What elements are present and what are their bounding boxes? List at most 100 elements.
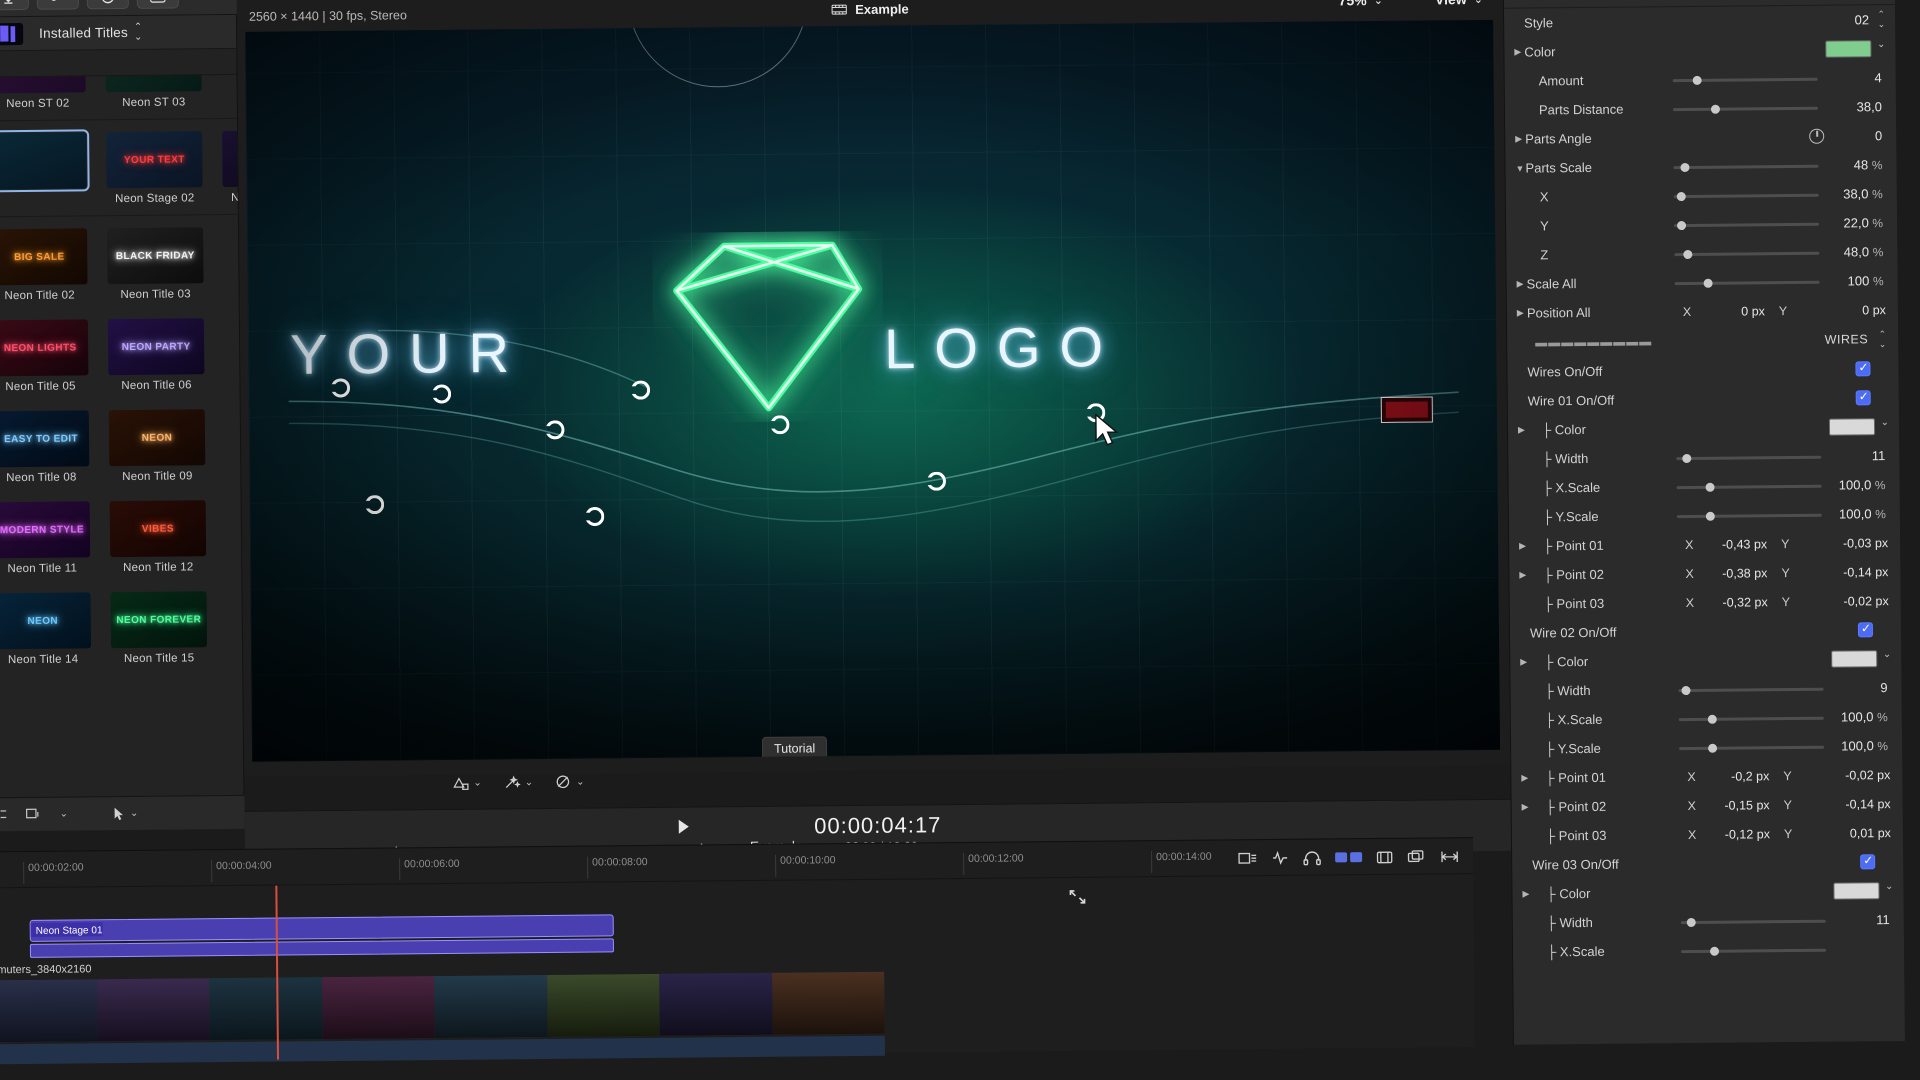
inspector-value[interactable]: 22,0 %	[1843, 215, 1883, 230]
slider-knob[interactable]	[1703, 278, 1713, 288]
checkbox[interactable]	[1855, 390, 1871, 406]
inspector-value[interactable]: 100,0 %	[1841, 709, 1888, 724]
inspector-value[interactable]: 11	[1876, 912, 1890, 927]
inspector-row-wire-02-point-01[interactable]: ▶ ├ Point 01 X -0,2 px Y -0,02 px	[1511, 760, 1902, 793]
stepper-icon[interactable]: ⌃ ⌄	[1879, 329, 1887, 349]
inspector-row-style[interactable]: Style 02 ⌃ ⌄	[1504, 5, 1895, 38]
inspector-value[interactable]: 0	[1875, 128, 1882, 143]
viewer-view-menu[interactable]: View ⌄	[1435, 0, 1483, 7]
y-value[interactable]: 0 px	[1862, 303, 1886, 317]
slider-knob[interactable]	[1705, 482, 1715, 492]
list-item[interactable]: BLACK FRIDAY Neon Title 03	[107, 227, 204, 301]
duplicate-icon[interactable]	[1407, 849, 1426, 864]
title-thumbnail[interactable]	[105, 74, 202, 93]
title-thumbnail[interactable]: Neon	[108, 409, 206, 467]
chevron-right-icon[interactable]: ▶	[1522, 889, 1532, 900]
color-swatch[interactable]	[1828, 418, 1876, 436]
chevron-down-icon[interactable]: ⌄	[1877, 39, 1885, 50]
mask-tool-button[interactable]: ⌄	[555, 774, 585, 790]
x-value[interactable]: -0,15 px	[1708, 798, 1769, 813]
inspector-row-parts-scale-x[interactable]: X 38,0 %	[1506, 179, 1897, 212]
skimmer-icon[interactable]	[1440, 849, 1459, 864]
title-thumbnail[interactable]	[0, 129, 90, 193]
inspector-row-parts-angle[interactable]: ▶ Parts Angle 0	[1505, 121, 1896, 154]
list-item[interactable]: BIG SALE Neon Title 02	[0, 228, 88, 302]
chevron-down-icon[interactable]: ⌄	[1881, 417, 1889, 428]
inspector-value[interactable]: 38,0	[1857, 99, 1882, 114]
y-value[interactable]: -0,14 px	[1845, 797, 1890, 811]
slider-track[interactable]	[1679, 743, 1825, 753]
timeline-title-clip-audio[interactable]	[29, 938, 614, 958]
title-thumbnail[interactable]: MODERN Style	[0, 501, 91, 559]
chevron-down-icon[interactable]: ▼	[1515, 163, 1525, 173]
inspector-row-wire-01-point-03[interactable]: ├ Point 03 X -0,32 px Y -0,02 px	[1510, 586, 1901, 619]
inspector-row-wire-02-point-03[interactable]: ├ Point 03 X -0,12 px Y 0,01 px	[1512, 818, 1903, 851]
x-value[interactable]: -0,43 px	[1705, 537, 1767, 552]
index-icon[interactable]	[1335, 852, 1363, 863]
slider-track[interactable]	[1678, 714, 1824, 724]
slider-knob[interactable]	[1709, 946, 1720, 956]
list-item[interactable]: Neon Neon Title 09	[108, 409, 206, 483]
inspector-row-wire-03-on-off[interactable]: Wire 03 On/Off	[1512, 847, 1903, 880]
chevron-right-icon[interactable]: ▶	[1518, 425, 1528, 436]
list-item[interactable]: VIBES Neon Title 12	[109, 500, 207, 574]
inspector-row-wires-on-off[interactable]: Wires On/Off	[1507, 354, 1898, 387]
captions-button[interactable]	[136, 0, 179, 9]
inspector-row-wire-02-xscale[interactable]: ├ X.Scale 100,0 %	[1511, 702, 1902, 735]
inspector-row-wire-02-point-02[interactable]: ▶ ├ Point 02 X -0,15 px Y -0,14 px	[1511, 789, 1902, 822]
keywords-button[interactable]	[36, 0, 79, 10]
inspector-row-wire-03-xscale[interactable]: ├ X.Scale	[1513, 934, 1904, 967]
inspector-row-wire-01-width[interactable]: ├ Width 11	[1508, 441, 1899, 474]
title-thumbnail[interactable]: NEON FOREVER	[110, 591, 208, 649]
chevron-right-icon[interactable]: ▶	[1522, 802, 1532, 813]
list-view-icon[interactable]	[0, 808, 8, 821]
filmstrip-view-icon[interactable]	[26, 808, 42, 821]
color-swatch[interactable]	[1831, 650, 1878, 668]
inspector-row-position-all[interactable]: ▶ Position All X 0 px Y 0 px	[1507, 295, 1898, 328]
view-chevron-icon[interactable]: ⌄	[60, 809, 68, 820]
inspector-row-wire-03-width[interactable]: ├ Width 11	[1513, 905, 1904, 938]
title-thumbnail[interactable]: YOUR TEXT	[106, 131, 203, 189]
browser-search-row[interactable]	[0, 48, 237, 78]
tutorial-badge[interactable]: Tutorial	[761, 736, 828, 761]
slider-track[interactable]	[1676, 511, 1822, 521]
x-value[interactable]: 0 px	[1703, 304, 1765, 319]
audio-meter-icon[interactable]	[1271, 850, 1289, 865]
slider-track[interactable]	[1680, 917, 1826, 928]
inspector-row-wire-01-color[interactable]: ▶ ├ Color ⌄	[1508, 412, 1899, 445]
slider-track[interactable]	[1678, 685, 1824, 696]
expand-timeline-icon[interactable]	[1067, 888, 1087, 906]
inspector-row-wire-02-yscale[interactable]: ├ Y.Scale 100,0 %	[1511, 731, 1902, 764]
inspector-row-color[interactable]: ▶ Color ⌄	[1504, 34, 1895, 67]
inspector-value[interactable]: 9	[1880, 680, 1887, 695]
y-value[interactable]: -0,02 px	[1845, 768, 1890, 782]
inspector-value[interactable]: 100 %	[1848, 273, 1884, 288]
render-icon[interactable]	[1376, 849, 1393, 864]
slider-track[interactable]	[1672, 104, 1818, 114]
slider-knob[interactable]	[1710, 104, 1720, 114]
inspector-value[interactable]: 38,0 %	[1843, 186, 1883, 201]
inspector-row-wire-02-color[interactable]: ▶ ├ Color ⌄	[1510, 644, 1901, 677]
title-thumbnail[interactable]: NEON LIGHTS	[0, 319, 89, 377]
chevron-right-icon[interactable]: ▶	[1517, 308, 1527, 319]
checkbox[interactable]	[1857, 622, 1874, 638]
inspector-value[interactable]: 4	[1874, 70, 1881, 85]
chevron-right-icon[interactable]: ▶	[1521, 773, 1531, 784]
slider-track[interactable]	[1673, 162, 1819, 173]
inspector-parameter-list[interactable]: Style 02 ⌃ ⌄ ▶ Color ⌄ Amount 4 Parts Distance 38,…	[1504, 5, 1904, 967]
inspector-row-parts-scale-y[interactable]: Y 22,0 %	[1506, 208, 1897, 241]
checkbox[interactable]	[1855, 361, 1871, 377]
title-thumbnail[interactable]: EASY TO EDIT	[0, 410, 90, 468]
inspector-row-wire-01-point-02[interactable]: ▶ ├ Point 02 X -0,38 px Y -0,14 px	[1509, 557, 1900, 590]
title-thumbnail[interactable]: BIG SALE	[0, 228, 88, 286]
playhead-timecode[interactable]: 00:00:04:17	[814, 812, 941, 839]
slider-knob[interactable]	[1682, 453, 1692, 464]
inspector-row-wire-03-color[interactable]: ▶ ├ Color ⌄	[1512, 876, 1903, 909]
chevron-right-icon[interactable]: ▶	[1517, 279, 1527, 290]
chevron-down-icon[interactable]: ⌄	[1885, 881, 1893, 892]
y-value[interactable]: -0,03 px	[1843, 536, 1888, 550]
slider-knob[interactable]	[1686, 917, 1696, 928]
x-value[interactable]: -0,12 px	[1708, 827, 1770, 842]
slider-knob[interactable]	[1705, 511, 1715, 521]
inspector-row-wire-02-on-off[interactable]: Wire 02 On/Off	[1510, 615, 1901, 648]
